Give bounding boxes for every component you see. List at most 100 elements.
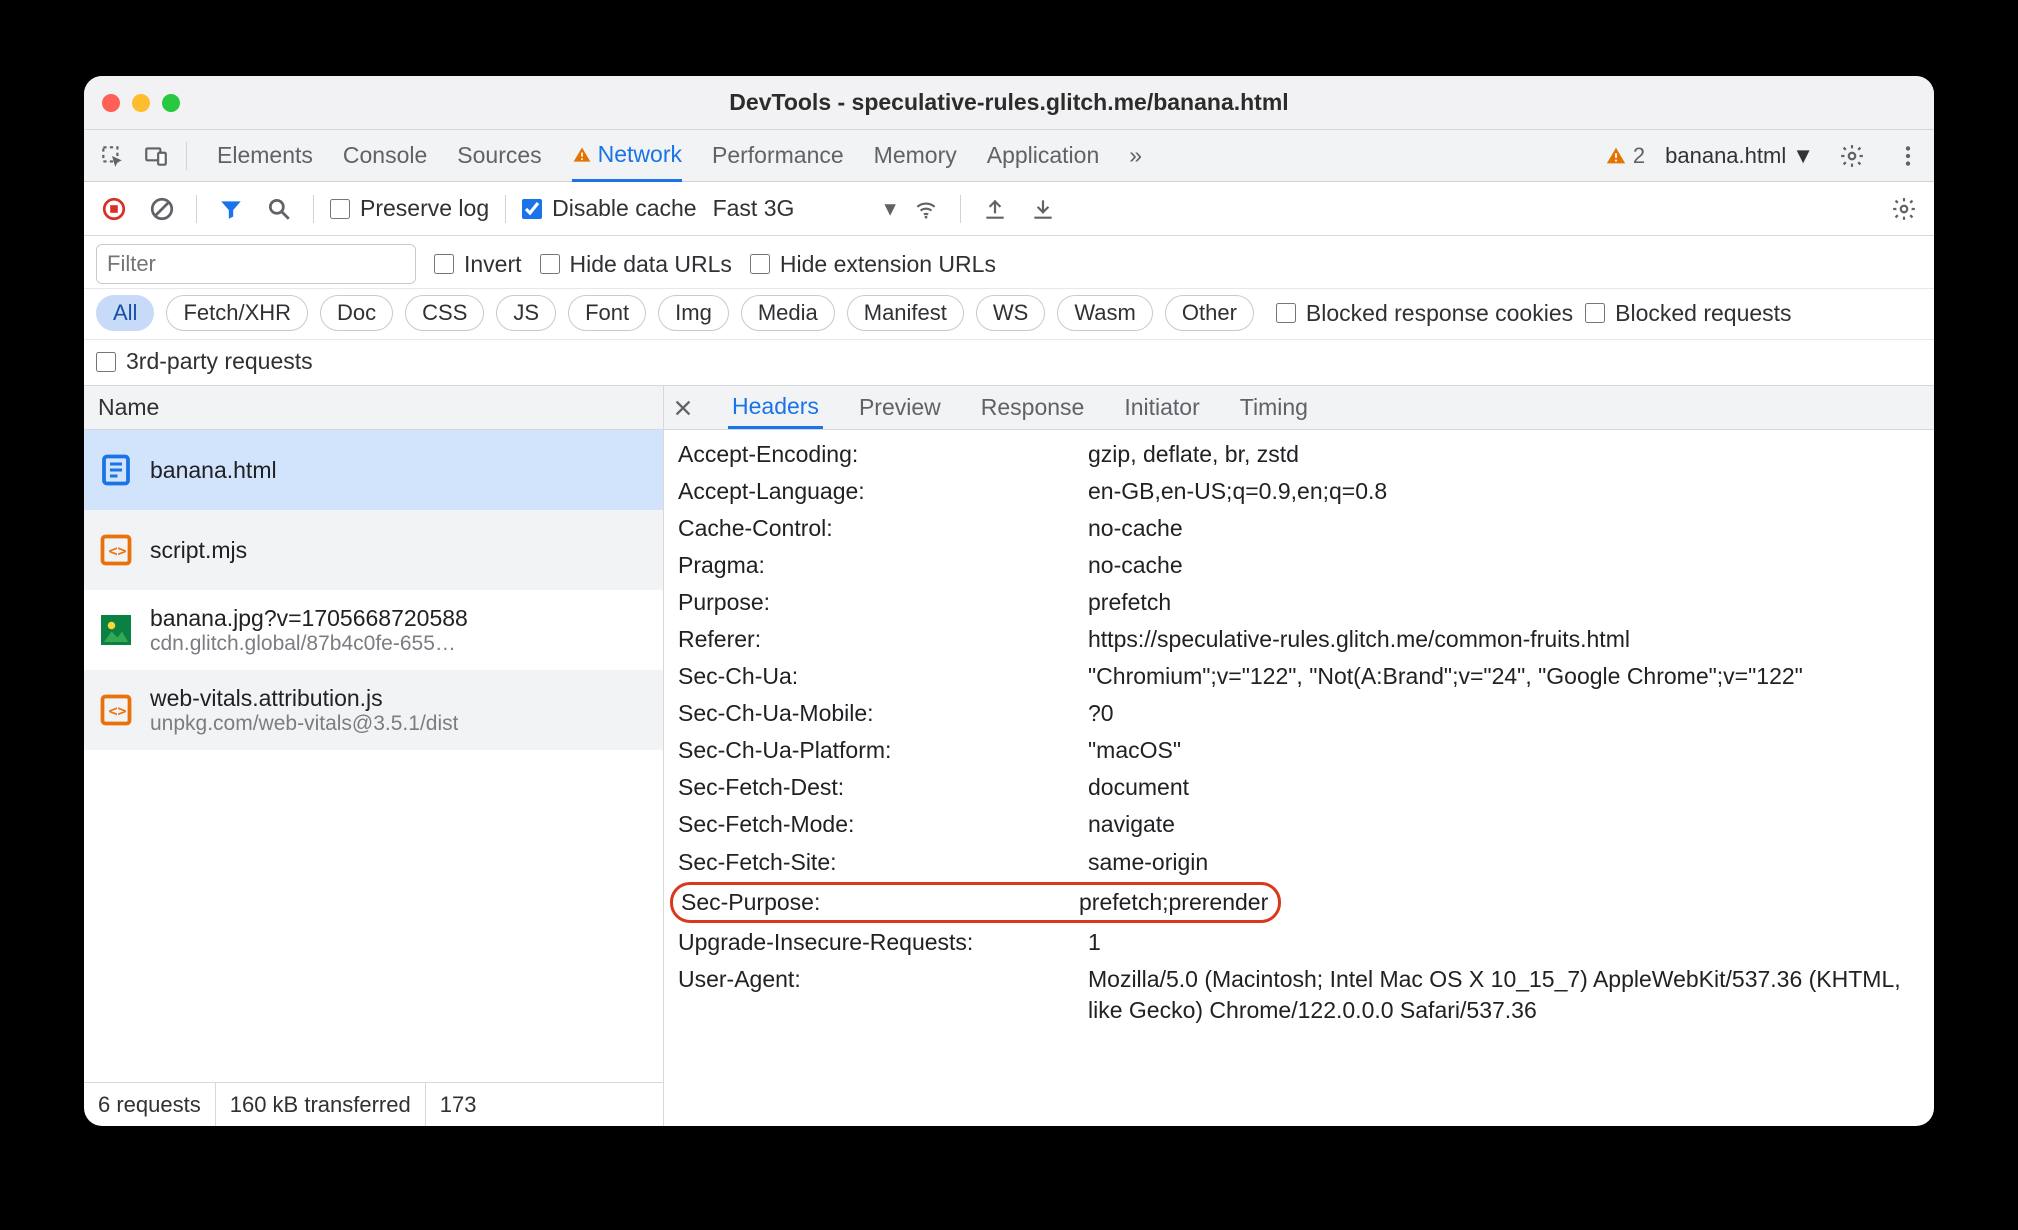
settings-icon[interactable] [1834,138,1870,174]
header-key: Accept-Language: [678,476,1088,507]
detail-tab-timing[interactable]: Timing [1236,386,1312,429]
request-row[interactable]: banana.html [84,430,663,510]
header-key: Sec-Ch-Ua-Mobile: [678,698,1088,729]
tab-console[interactable]: Console [343,130,427,181]
request-row[interactable]: banana.jpg?v=1705668720588cdn.glitch.glo… [84,590,663,670]
record-button[interactable] [96,191,132,227]
header-value: document [1088,772,1920,803]
header-key: Sec-Fetch-Dest: [678,772,1088,803]
file-type-icon: <> [96,530,136,570]
import-har-icon[interactable] [1025,191,1061,227]
hide-extension-urls-checkbox[interactable]: Hide extension URLs [750,251,996,278]
header-value: 1 [1088,927,1920,958]
header-key: Upgrade-Insecure-Requests: [678,927,1088,958]
separator [313,195,314,223]
details-tabs: Headers Preview Response Initiator Timing [664,386,1934,430]
header-row: Sec-Ch-Ua:"Chromium";v="122", "Not(A:Bra… [664,658,1934,695]
request-name: script.mjs [150,537,247,564]
hide-extension-urls-label: Hide extension URLs [780,251,996,278]
more-tabs-button[interactable]: » [1129,130,1142,181]
header-value: navigate [1088,809,1920,840]
name-column-header[interactable]: Name [84,386,663,430]
header-row: Sec-Ch-Ua-Mobile:?0 [664,695,1934,732]
network-conditions-icon[interactable] [908,191,944,227]
header-row: Sec-Fetch-Mode:navigate [664,806,1934,843]
export-har-icon[interactable] [977,191,1013,227]
invert-label: Invert [464,251,522,278]
tab-memory[interactable]: Memory [874,130,957,181]
issues-badge[interactable]: 2 [1605,143,1645,169]
detail-tab-preview[interactable]: Preview [855,386,945,429]
preserve-log-checkbox[interactable]: Preserve log [330,195,489,222]
header-row: Sec-Fetch-Dest:document [664,769,1934,806]
context-selector[interactable]: banana.html ▼ [1665,143,1814,169]
tab-elements[interactable]: Elements [217,130,313,181]
header-row: Referer:https://speculative-rules.glitch… [664,621,1934,658]
content-area: Name banana.html <> script.mjs banana.jpg?v… [84,386,1934,1126]
svg-text:<>: <> [109,702,127,720]
request-row[interactable]: <> script.mjs [84,510,663,590]
header-value: gzip, deflate, br, zstd [1088,439,1920,470]
type-filter-wasm[interactable]: Wasm [1057,295,1153,331]
type-filter-fetch-xhr[interactable]: Fetch/XHR [166,295,308,331]
header-row: Cache-Control:no-cache [664,510,1934,547]
header-key: Sec-Fetch-Mode: [678,809,1088,840]
status-transferred: 160 kB transferred [216,1083,426,1126]
header-key: Cache-Control: [678,513,1088,544]
tab-application[interactable]: Application [987,130,1100,181]
third-party-bar: 3rd-party requests [84,340,1934,386]
third-party-checkbox[interactable]: 3rd-party requests [96,348,1922,375]
search-icon[interactable] [261,191,297,227]
detail-tab-headers[interactable]: Headers [728,386,823,429]
filter-toggle-icon[interactable] [213,191,249,227]
detail-tab-response[interactable]: Response [977,386,1089,429]
blocked-cookies-checkbox[interactable]: Blocked response cookies [1276,300,1573,327]
header-value: "macOS" [1088,735,1920,766]
network-settings-icon[interactable] [1886,191,1922,227]
type-filter-js[interactable]: JS [496,295,556,331]
header-key: Accept-Encoding: [678,439,1088,470]
invert-checkbox[interactable]: Invert [434,251,522,278]
type-filter-other[interactable]: Other [1165,295,1254,331]
detail-tab-initiator[interactable]: Initiator [1120,386,1203,429]
type-filter-css[interactable]: CSS [405,295,484,331]
inspect-element-icon[interactable] [94,138,130,174]
device-toolbar-icon[interactable] [138,138,174,174]
hide-data-urls-checkbox[interactable]: Hide data URLs [540,251,732,278]
close-details-button[interactable] [672,397,702,419]
third-party-label: 3rd-party requests [126,348,313,375]
tab-sources[interactable]: Sources [457,130,541,181]
svg-text:<>: <> [109,542,127,560]
type-filter-img[interactable]: Img [658,295,729,331]
type-filter-font[interactable]: Font [568,295,646,331]
header-value: ?0 [1088,698,1920,729]
type-filter-media[interactable]: Media [741,295,835,331]
header-row: Sec-Purpose:prefetch;prerender [664,881,1934,924]
header-value: no-cache [1088,513,1920,544]
filter-input[interactable] [96,244,416,284]
highlighted-header: Sec-Purpose:prefetch;prerender [670,882,1281,923]
disable-cache-checkbox[interactable]: Disable cache [522,195,696,222]
request-row[interactable]: <>web-vitals.attribution.jsunpkg.com/web… [84,670,663,750]
throttling-selector[interactable]: Fast 3G ▾ [713,195,896,222]
type-filter-all[interactable]: All [96,295,154,331]
headers-list[interactable]: Accept-Encoding:gzip, deflate, br, zstdA… [664,430,1934,1126]
header-row: Sec-Fetch-Site:same-origin [664,844,1934,881]
header-value: en-GB,en-US;q=0.9,en;q=0.8 [1088,476,1920,507]
separator [196,195,197,223]
type-filter-manifest[interactable]: Manifest [847,295,964,331]
file-type-icon [96,450,136,490]
type-filter-ws[interactable]: WS [976,295,1045,331]
header-key: User-Agent: [678,964,1088,1026]
request-name: banana.jpg?v=1705668720588 [150,605,468,632]
header-value: same-origin [1088,847,1920,878]
requests-list: banana.html <> script.mjs banana.jpg?v=1705… [84,430,663,1082]
preserve-log-label: Preserve log [360,195,489,222]
clear-button[interactable] [144,191,180,227]
tab-network[interactable]: Network [572,131,682,182]
more-menu-icon[interactable] [1890,138,1926,174]
devtools-window: DevTools - speculative-rules.glitch.me/b… [84,76,1934,1126]
blocked-requests-checkbox[interactable]: Blocked requests [1585,300,1791,327]
type-filter-doc[interactable]: Doc [320,295,393,331]
tab-performance[interactable]: Performance [712,130,844,181]
